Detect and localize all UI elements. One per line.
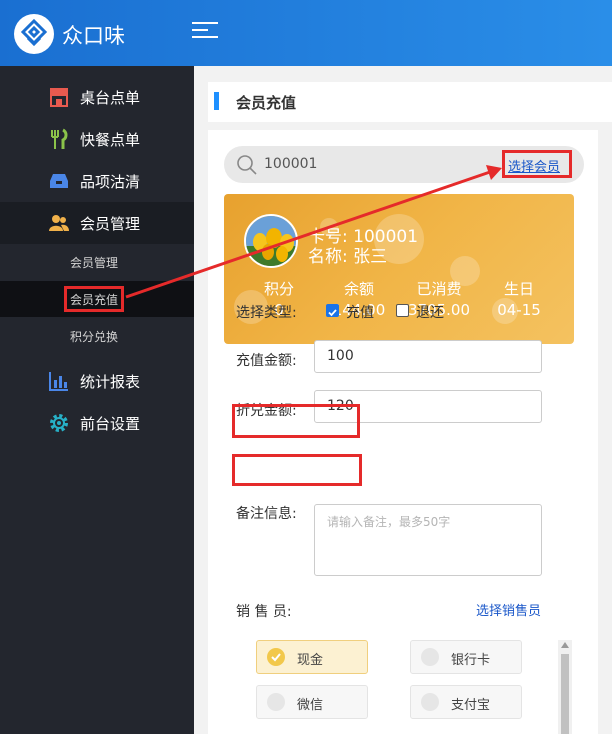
annotation-arrow xyxy=(125,165,502,299)
